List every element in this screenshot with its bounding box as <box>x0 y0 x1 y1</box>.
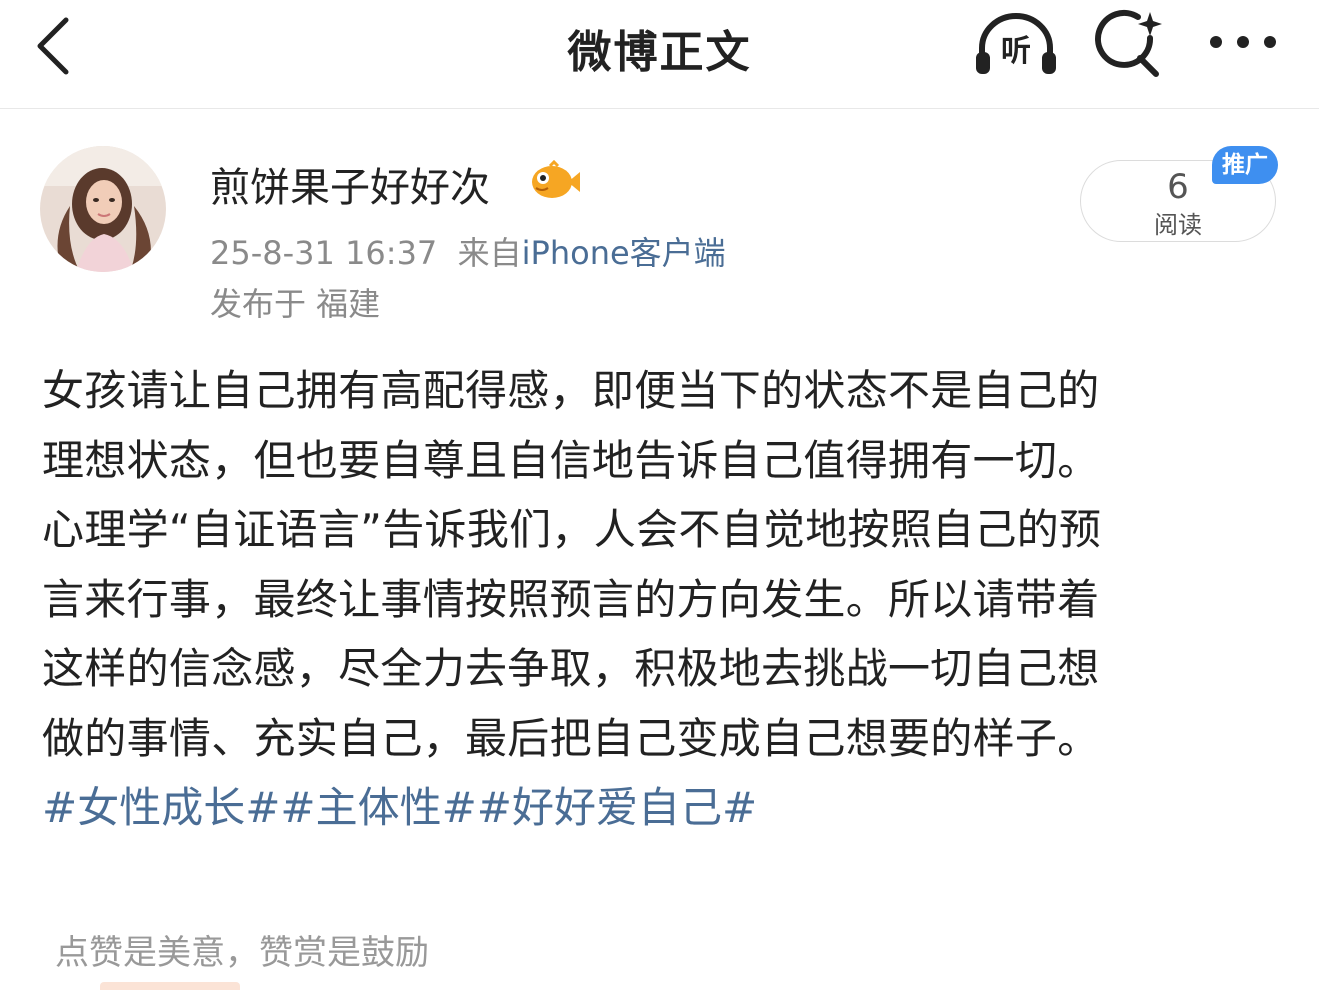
post-source[interactable]: iPhone客户端 <box>522 234 726 272</box>
hashtag[interactable]: #女性成长# <box>42 783 280 832</box>
username[interactable]: 煎饼果子好好次 <box>210 155 490 213</box>
hashtag[interactable]: #好好爱自己# <box>477 783 757 832</box>
post-meta: 25-8-31 16:37 来自iPhone客户端 <box>210 228 726 274</box>
avatar-image <box>40 146 166 272</box>
listen-label: 听 <box>1001 34 1031 69</box>
reward-button-edge[interactable] <box>100 982 240 990</box>
search-button[interactable] <box>1092 8 1166 82</box>
search-sparkle-icon <box>1095 9 1162 77</box>
post-body-line: 女孩请让自己拥有高配得感，即便当下的状态不是自己的 <box>42 366 1100 415</box>
fish-badge-icon <box>532 160 580 198</box>
post-location: 发布于 福建 <box>210 285 381 323</box>
hashtag[interactable]: #主体性# <box>280 783 476 832</box>
post-date: 25-8-31 16:37 <box>210 234 438 272</box>
source-prefix: 来自 <box>457 234 522 272</box>
post-body-line: 做的事情、充实自己，最后把自己变成自己想要的样子。 <box>42 713 1100 763</box>
post-body-line: 心理学“自证语言”告诉我们，人会不自觉地按照自己的预 <box>42 505 1102 554</box>
more-button[interactable] <box>1206 18 1280 66</box>
post-content: 女孩请让自己拥有高配得感，即便当下的状态不是自己的 理想状态，但也要自尊且自信地… <box>42 356 1282 843</box>
reward-hint: 点赞是美意，赞赏是鼓励 <box>55 933 429 973</box>
listen-button[interactable]: 听 <box>972 8 1060 80</box>
hashtag-row: #女性成长##主体性##好好爱自己# <box>42 773 1282 843</box>
post-body-line: 言来行事，最终让事情按照预言的方向发生。所以请带着 <box>42 574 1100 624</box>
avatar[interactable] <box>40 146 166 272</box>
read-label: 阅读 <box>1154 211 1202 239</box>
post-body-line: 这样的信念感，尽全力去争取，积极地去挑战一切自己想 <box>42 644 1100 693</box>
post-body-line: 理想状态，但也要自尊且自信地告诉自己值得拥有一切。 <box>42 435 1100 485</box>
promo-tag[interactable]: 推广 <box>1212 146 1278 184</box>
top-nav-bar: 微博正文 听 <box>0 0 1319 109</box>
more-dots-icon <box>1210 36 1276 48</box>
